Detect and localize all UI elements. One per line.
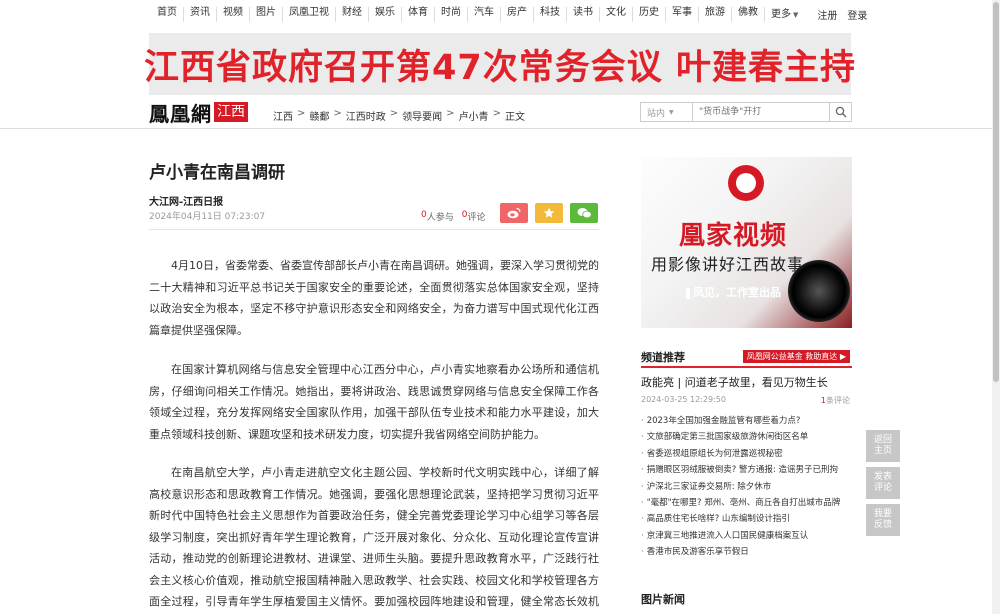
top-nav: 首页 资讯 视频 图片 凤凰卫视 财经 娱乐 体育 时尚 汽车 房产 科技 读书…	[0, 0, 992, 28]
banner-text: 江西省政府召开第47次常务会议 叶建春主持	[144, 47, 856, 88]
header-divider	[0, 128, 992, 129]
featured-meta: 2024-03-25 12:29:50 1条评论	[641, 395, 852, 406]
nav-link-news[interactable]: 资讯	[183, 7, 216, 22]
breadcrumb-separator: >	[297, 108, 306, 119]
nav-more-label: 更多	[771, 8, 791, 20]
nav-link-culture[interactable]: 文化	[599, 7, 632, 22]
star-icon	[543, 207, 555, 218]
speaker-icon	[788, 260, 850, 322]
feedback-button[interactable]: 我要 反馈	[866, 504, 900, 536]
floating-actions: 返回 主页 发表 评论 我要 反馈	[866, 430, 900, 541]
nav-link-tech[interactable]: 科技	[533, 7, 566, 22]
nav-link-pictures[interactable]: 图片	[249, 7, 282, 22]
article-paragraph: 4月10日，省委常委、省委宣传部部长卢小青在南昌调研。她强调，要深入学习贯彻党的…	[149, 259, 599, 337]
search-input[interactable]	[693, 103, 829, 121]
promo-subtitle: 用影像讲好江西故事	[651, 255, 805, 274]
logo-main-text: 鳳凰網	[149, 101, 212, 126]
breadcrumb: 江西 > 赣鄱 > 江西时政 > 领导要闻 > 卢小青 > 正文	[273, 108, 525, 123]
breadcrumb-separator: >	[389, 108, 399, 119]
article-paragraph: 在国家计算机网络与信息安全管理中心江西分中心，卢小青实地察看办公场所和通信机房，…	[149, 363, 599, 441]
auth-links: 注册 登录	[812, 7, 872, 22]
breadcrumb-separator: >	[492, 108, 501, 119]
search-button[interactable]	[829, 103, 851, 121]
nav-link-phoenix-tv[interactable]: 凤凰卫视	[282, 7, 335, 22]
charity-ad-tag[interactable]: 凤凰网公益基金 救助直达 ▶	[742, 350, 850, 363]
post-comment-button[interactable]: 发表 评论	[866, 467, 900, 499]
logo-region-badge: 江西	[214, 102, 248, 122]
article-paragraph: 在南昌航空大学，卢小青走进航空文化主题公园、学校新时代文明实践中心，详细了解高校…	[149, 466, 599, 608]
search-icon	[835, 106, 846, 118]
share-wechat-button[interactable]	[570, 203, 598, 223]
news-list: 2023年全国加强金融监管有哪些着力点? 文旅部确定第三批国家级旅游休闲街区名单…	[641, 413, 852, 561]
nav-link-military[interactable]: 军事	[665, 7, 698, 22]
featured-comments[interactable]: 1条评论	[821, 395, 850, 406]
nav-link-history[interactable]: 历史	[632, 7, 665, 22]
list-item[interactable]: "毫都"在哪里? 郑州、亳州、商丘各自打出城市品牌	[641, 495, 852, 511]
nav-link-books[interactable]: 读书	[566, 7, 599, 22]
comments-label[interactable]: 评论	[467, 210, 485, 223]
nav-link-travel[interactable]: 旅游	[698, 7, 731, 22]
breadcrumb-item[interactable]: 领导要闻	[402, 108, 442, 123]
promo-tag: 凤见，工作室出品	[686, 284, 781, 300]
weibo-icon	[507, 207, 521, 219]
featured-date: 2024-03-25 12:29:50	[641, 395, 726, 404]
favorite-button[interactable]	[535, 203, 563, 223]
scrollbar-thumb[interactable]	[993, 2, 999, 382]
login-link[interactable]: 登录	[842, 7, 872, 22]
section-title: 频道推荐	[641, 351, 685, 364]
share-weibo-button[interactable]	[500, 203, 528, 223]
list-item[interactable]: 京津冀三地推进流入人口国民健康档案互认	[641, 528, 852, 544]
nav-link-entertainment[interactable]: 娱乐	[368, 7, 401, 22]
breadcrumb-item[interactable]: 赣鄱	[309, 108, 329, 123]
chevron-down-icon: ▼	[793, 10, 799, 19]
breadcrumb-current: 正文	[504, 112, 525, 123]
nav-links: 首页 资讯 视频 图片 凤凰卫视 财经 娱乐 体育 时尚 汽车 房产 科技 读书…	[151, 7, 872, 22]
list-item[interactable]: 省委巡视组原组长为何泄露巡视秘密	[641, 446, 852, 462]
section-title: 图片新闻	[641, 593, 685, 606]
list-item[interactable]: 香港市民及游客乐享节假日	[641, 544, 852, 560]
search-scope-select[interactable]: 站内 ▼	[641, 103, 693, 121]
promo-title: 凰家视频	[679, 221, 788, 251]
search-box: 站内 ▼	[640, 102, 852, 122]
article-divider	[149, 229, 599, 230]
site-logo[interactable]: 鳳凰網 江西	[149, 100, 248, 126]
picture-news-header: 图片新闻	[641, 588, 852, 610]
search-scope-label: 站内	[647, 108, 666, 119]
nav-link-auto[interactable]: 汽车	[467, 7, 500, 22]
breadcrumb-item[interactable]: 江西	[273, 108, 293, 123]
nav-link-home[interactable]: 首页	[151, 7, 183, 22]
article-date: 2024年04月11日 07:23:07	[149, 212, 266, 222]
nav-link-fashion[interactable]: 时尚	[434, 7, 467, 22]
article-stats: 0 人参与 0 评论	[421, 210, 486, 223]
chevron-down-icon: ▼	[669, 108, 674, 116]
article-source[interactable]: 大江网-江西日报	[149, 193, 223, 208]
wechat-icon	[577, 208, 592, 219]
nav-link-buddhism[interactable]: 佛教	[731, 7, 764, 22]
breadcrumb-separator: >	[446, 108, 455, 119]
video-promo-ad[interactable]: 凰家视频 用影像讲好江西故事 凤见，工作室出品	[641, 157, 852, 328]
channel-recommend-header: 频道推荐 凤凰网公益基金 救助直达 ▶	[641, 346, 852, 368]
register-link[interactable]: 注册	[812, 7, 842, 22]
list-item[interactable]: 高品质住宅长啥样? 山东编制设计指引	[641, 511, 852, 527]
list-item[interactable]: 捐赠眼区羽绒服被倒卖? 警方通报: 造谣男子已刑拘	[641, 462, 852, 478]
headline-banner[interactable]: 江西省政府召开第47次常务会议 叶建春主持	[144, 33, 855, 95]
featured-headline[interactable]: 政能亮 | 问道老子故里，看见万物生长	[641, 374, 828, 390]
breadcrumb-item[interactable]: 江西时政	[346, 108, 386, 123]
breadcrumb-item[interactable]: 卢小青	[459, 108, 489, 123]
participants-label: 人参与	[426, 213, 454, 223]
nav-link-finance[interactable]: 财经	[335, 7, 368, 22]
nav-more-dropdown[interactable]: 更多 ▼	[764, 7, 804, 22]
list-item[interactable]: 文旅部确定第三批国家级旅游休闲街区名单	[641, 429, 852, 445]
list-item[interactable]: 2023年全国加强金融监管有哪些着力点?	[641, 413, 852, 429]
back-home-button[interactable]: 返回 主页	[866, 430, 900, 462]
share-buttons	[500, 203, 598, 223]
page-scrollbar[interactable]	[992, 0, 1000, 614]
nav-link-sports[interactable]: 体育	[401, 7, 434, 22]
article-title: 卢小青在南昌调研	[149, 163, 285, 183]
list-item[interactable]: 沪深北三家证券交易所: 除夕休市	[641, 479, 852, 495]
nav-link-video[interactable]: 视频	[216, 7, 249, 22]
nav-link-house[interactable]: 房产	[500, 7, 533, 22]
breadcrumb-separator: >	[333, 108, 342, 119]
